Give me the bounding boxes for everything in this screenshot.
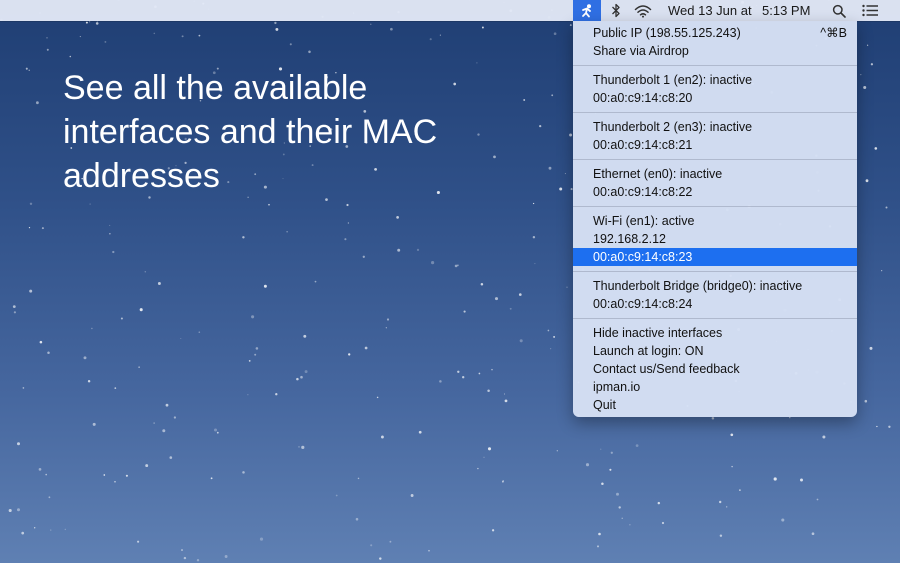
menu-bar: Wed 13 Jun at 5:13 PM xyxy=(0,0,900,21)
promo-headline: See all the available interfaces and the… xyxy=(63,69,438,195)
menu-separator xyxy=(573,65,857,66)
menu-separator xyxy=(573,112,857,113)
interface-wifi-mac[interactable]: 00:a0:c9:14:c8:23 xyxy=(573,248,857,266)
menu-item-quit[interactable]: Quit xyxy=(573,396,857,414)
interface-ethernet-status[interactable]: Ethernet (en0): inactive xyxy=(573,165,857,183)
menu-item-hide-inactive[interactable]: Hide inactive interfaces xyxy=(573,324,857,342)
interface-wifi-ip[interactable]: 192.168.2.12 xyxy=(573,230,857,248)
menubar-time[interactable]: 5:13 PM xyxy=(762,0,810,21)
interface-thunderbolt1-status[interactable]: Thunderbolt 1 (en2): inactive xyxy=(573,71,857,89)
wifi-icon[interactable] xyxy=(630,0,656,21)
ipman-app-icon[interactable] xyxy=(573,0,601,21)
interface-bridge-mac[interactable]: 00:a0:c9:14:c8:24 xyxy=(573,295,857,313)
interface-thunderbolt1-mac[interactable]: 00:a0:c9:14:c8:20 xyxy=(573,89,857,107)
bluetooth-icon[interactable] xyxy=(606,0,626,21)
interface-thunderbolt2-mac[interactable]: 00:a0:c9:14:c8:21 xyxy=(573,136,857,154)
menu-item-website[interactable]: ipman.io xyxy=(573,378,857,396)
interface-thunderbolt2-status[interactable]: Thunderbolt 2 (en3): inactive xyxy=(573,118,857,136)
interface-bridge-status[interactable]: Thunderbolt Bridge (bridge0): inactive xyxy=(573,277,857,295)
public-ip-shortcut: ^⌘B xyxy=(820,26,847,40)
ipman-dropdown-menu: Public IP (198.55.125.243) ^⌘B Share via… xyxy=(573,21,857,417)
menu-item-contact[interactable]: Contact us/Send feedback xyxy=(573,360,857,378)
menu-separator xyxy=(573,318,857,319)
menu-separator xyxy=(573,159,857,160)
public-ip-label: Public IP (198.55.125.243) xyxy=(593,26,741,40)
notification-center-icon[interactable] xyxy=(858,0,882,21)
menu-separator xyxy=(573,271,857,272)
menu-item-launch-at-login[interactable]: Launch at login: ON xyxy=(573,342,857,360)
interface-ethernet-mac[interactable]: 00:a0:c9:14:c8:22 xyxy=(573,183,857,201)
spotlight-search-icon[interactable] xyxy=(828,0,850,21)
menu-item-public-ip[interactable]: Public IP (198.55.125.243) ^⌘B xyxy=(573,24,857,42)
menu-separator xyxy=(573,206,857,207)
interface-wifi-status[interactable]: Wi-Fi (en1): active xyxy=(573,212,857,230)
menubar-date[interactable]: Wed 13 Jun at xyxy=(668,0,752,21)
menu-item-share-airdrop[interactable]: Share via Airdrop xyxy=(573,42,857,60)
